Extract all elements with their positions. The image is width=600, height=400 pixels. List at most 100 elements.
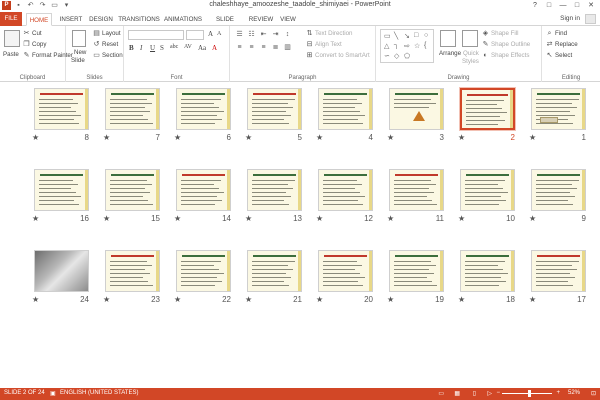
fit-to-window-icon[interactable]: ⊡: [591, 390, 596, 397]
slide-thumbnail[interactable]: [460, 250, 515, 292]
slide-thumbnail[interactable]: [318, 169, 373, 211]
zoom-in-button[interactable]: +: [556, 390, 560, 396]
quick-styles-icon[interactable]: [462, 30, 478, 47]
slide-thumbnail[interactable]: [247, 250, 302, 292]
change-case-button[interactable]: Aa: [198, 44, 206, 52]
cut-button[interactable]: ✂ Cut: [23, 29, 42, 38]
section-button[interactable]: ▭ Section: [93, 51, 122, 60]
reset-button[interactable]: ↺ Reset: [93, 40, 119, 49]
sign-in-link[interactable]: Sign in: [560, 15, 580, 22]
align-right-icon[interactable]: ≡: [260, 44, 267, 51]
slide-thumbnail[interactable]: [105, 88, 160, 130]
tab-view[interactable]: VIEW: [278, 13, 298, 26]
transition-star-icon[interactable]: ★: [387, 214, 394, 223]
slide-thumbnail[interactable]: [318, 88, 373, 130]
bold-button[interactable]: B: [129, 44, 134, 52]
shape-outline-button[interactable]: ✎ Shape Outline: [482, 40, 531, 49]
minimize-icon[interactable]: —: [556, 0, 570, 11]
font-color-button[interactable]: A: [212, 44, 217, 52]
replace-button[interactable]: ⇄ Replace: [546, 40, 578, 49]
save-icon[interactable]: ▪: [14, 1, 23, 10]
tab-transitions[interactable]: TRANSITIONS: [118, 13, 160, 26]
slide-sorter-view-icon[interactable]: ▦: [454, 390, 460, 397]
italic-button[interactable]: I: [140, 44, 142, 52]
transition-star-icon[interactable]: ★: [174, 133, 181, 142]
paste-button[interactable]: Paste: [3, 50, 19, 59]
redo-icon[interactable]: ↷: [38, 1, 47, 10]
transition-star-icon[interactable]: ★: [387, 295, 394, 304]
transition-star-icon[interactable]: ★: [245, 214, 252, 223]
present-icon[interactable]: ▭: [50, 1, 59, 10]
slide-thumbnail[interactable]: [105, 250, 160, 292]
tab-design[interactable]: DESIGN: [87, 13, 115, 26]
convert-smartart-button[interactable]: ⊞ Convert to SmartArt: [306, 51, 370, 60]
shapes-gallery[interactable]: ▭ ╲ ↘ □ ○ △ ┐ ⇨ ☆ { ∽ ◇ ⬠: [380, 29, 434, 63]
grow-font-icon[interactable]: A: [208, 30, 213, 38]
tab-file[interactable]: FILE: [0, 12, 22, 26]
slide-thumbnail[interactable]: [247, 88, 302, 130]
slide-thumbnail[interactable]: [460, 169, 515, 211]
slide-thumbnail[interactable]: [105, 169, 160, 211]
strikethrough-button[interactable]: S: [160, 44, 164, 52]
character-spacing-button[interactable]: AV: [184, 44, 192, 50]
numbering-icon[interactable]: ☷: [248, 31, 255, 38]
transition-star-icon[interactable]: ★: [103, 133, 110, 142]
normal-view-icon[interactable]: ▭: [438, 390, 444, 397]
transition-star-icon[interactable]: ★: [316, 133, 323, 142]
zoom-thumb[interactable]: [528, 390, 531, 397]
quick-styles-label-2[interactable]: Styles: [462, 57, 479, 66]
transition-star-icon[interactable]: ★: [32, 133, 39, 142]
transition-star-icon[interactable]: ★: [316, 214, 323, 223]
zoom-out-button[interactable]: −: [496, 390, 500, 396]
transition-star-icon[interactable]: ★: [32, 214, 39, 223]
transition-star-icon[interactable]: ★: [103, 214, 110, 223]
transition-star-icon[interactable]: ★: [458, 133, 465, 142]
transition-star-icon[interactable]: ★: [316, 295, 323, 304]
transition-star-icon[interactable]: ★: [174, 214, 181, 223]
decrease-indent-icon[interactable]: ⇤: [260, 31, 267, 38]
tab-review[interactable]: REVIEW: [247, 13, 275, 26]
transition-star-icon[interactable]: ★: [174, 295, 181, 304]
transition-star-icon[interactable]: ★: [387, 133, 394, 142]
zoom-level[interactable]: 52%: [568, 390, 580, 396]
new-slide-icon[interactable]: [72, 30, 86, 47]
line-spacing-icon[interactable]: ↕: [284, 31, 291, 38]
font-size-box[interactable]: [186, 30, 204, 40]
shadow-button[interactable]: abc: [170, 44, 178, 50]
slide-thumbnail[interactable]: [389, 169, 444, 211]
language-status[interactable]: ENGLISH (UNITED STATES): [60, 390, 138, 396]
bullets-icon[interactable]: ☰: [236, 31, 243, 38]
shape-effects-button[interactable]: ◐ Shape Effects: [482, 51, 529, 60]
font-name-box[interactable]: [128, 30, 184, 40]
undo-icon[interactable]: ↶: [26, 1, 35, 10]
slide-thumbnail[interactable]: [531, 88, 586, 130]
align-left-icon[interactable]: ≡: [236, 44, 243, 51]
slideshow-view-icon[interactable]: ▷: [487, 390, 492, 397]
slide-thumbnail[interactable]: [459, 87, 516, 131]
align-center-icon[interactable]: ≡: [248, 44, 255, 51]
justify-icon[interactable]: ≣: [272, 44, 279, 51]
slide-thumbnail[interactable]: [34, 88, 89, 130]
tab-slide-show[interactable]: SLIDE SHOW: [206, 13, 244, 36]
transition-star-icon[interactable]: ★: [458, 214, 465, 223]
help-icon[interactable]: ?: [528, 0, 542, 11]
slide-thumbnail[interactable]: [531, 169, 586, 211]
shrink-font-icon[interactable]: A: [217, 31, 221, 37]
slide-thumbnail[interactable]: [318, 250, 373, 292]
slide-thumbnail[interactable]: [176, 169, 231, 211]
slide-thumbnail[interactable]: [176, 250, 231, 292]
layout-button[interactable]: ▤ Layout: [93, 29, 120, 38]
customize-icon[interactable]: ▾: [62, 1, 71, 10]
new-slide-label-2[interactable]: Slide: [71, 56, 85, 65]
transition-star-icon[interactable]: ★: [458, 295, 465, 304]
zoom-slider[interactable]: [502, 390, 552, 397]
shape-fill-button[interactable]: ◈ Shape Fill: [482, 29, 519, 38]
slide-thumbnail[interactable]: [34, 169, 89, 211]
slide-thumbnail[interactable]: [531, 250, 586, 292]
increase-indent-icon[interactable]: ⇥: [272, 31, 279, 38]
avatar[interactable]: [585, 14, 596, 24]
select-button[interactable]: ↖ Select: [546, 51, 573, 60]
slide-thumbnail[interactable]: [34, 250, 89, 292]
close-icon[interactable]: ✕: [584, 0, 598, 11]
text-direction-button[interactable]: ⇅ Text Direction: [306, 29, 353, 38]
